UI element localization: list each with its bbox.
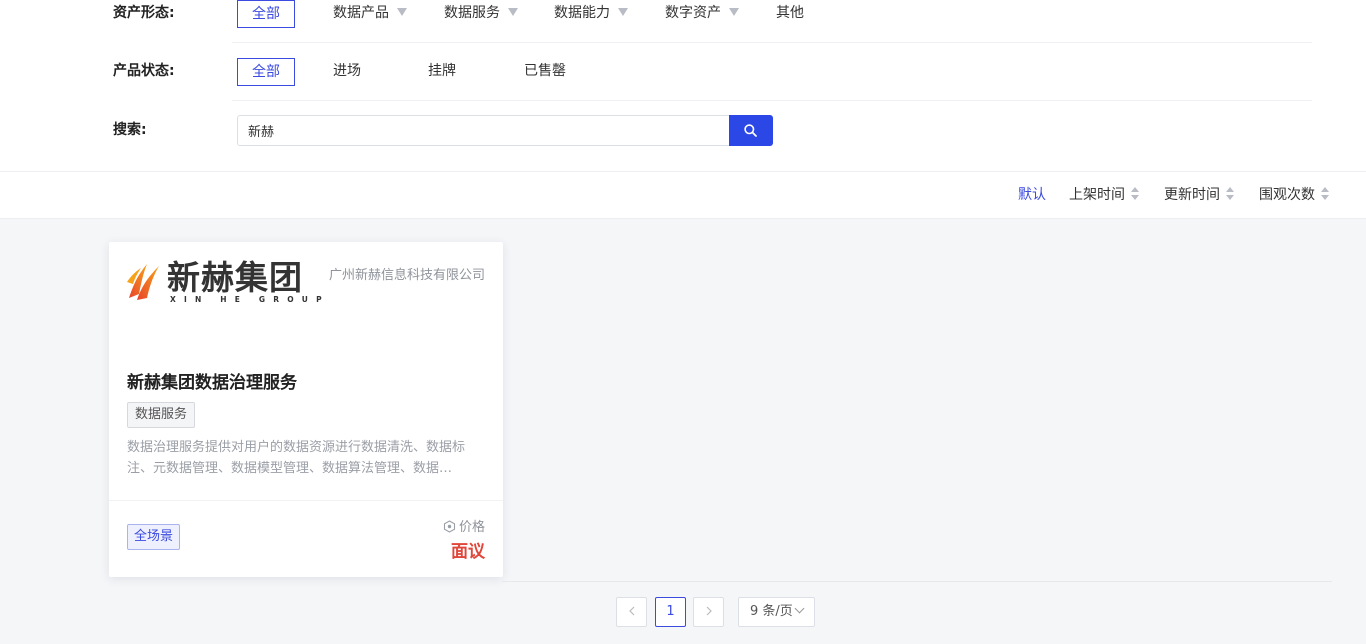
company-logo: 新赫集团 XIN HE GROUP — [127, 258, 322, 308]
search-button[interactable] — [729, 115, 773, 146]
filter-divider — [232, 100, 1312, 101]
product-status-label: 产品状态: — [113, 63, 175, 79]
page-number-1[interactable]: 1 — [655, 597, 686, 627]
product-description: 数据治理服务提供对用户的数据资源进行数据清洗、数据标注、元数据管理、数据模型管理… — [127, 440, 466, 476]
prev-page-button[interactable] — [616, 597, 647, 627]
caret-down-icon — [618, 8, 628, 16]
price-value: 面议 — [451, 542, 485, 562]
pagination-divider — [502, 581, 1332, 582]
chevron-right-icon — [706, 606, 712, 616]
filter-divider — [232, 42, 1312, 43]
price-label: 价格 — [443, 516, 485, 535]
chevron-down-icon — [794, 603, 805, 614]
filter-panel: 资产形态: 全部 数据产品 数据服务 数据能力 数字资产 其他 产品状态: 全部… — [0, 0, 1366, 171]
flame-logo-icon — [127, 264, 159, 300]
search-box — [237, 115, 773, 146]
sort-default[interactable]: 默认 — [1018, 186, 1046, 204]
sort-bar: 默认 上架时间 更新时间 围观次数 — [0, 171, 1366, 219]
logo-text-cn: 新赫集团 — [167, 258, 303, 297]
sort-listing-time[interactable]: 上架时间 — [1069, 186, 1139, 204]
sort-arrows-icon — [1131, 187, 1139, 201]
sort-update-time[interactable]: 更新时间 — [1164, 186, 1234, 204]
asset-form-option-other[interactable]: 其他 — [776, 0, 804, 28]
status-option-sold-out[interactable]: 已售罄 — [524, 58, 566, 86]
caret-down-icon — [397, 8, 407, 16]
category-tag: 数据服务 — [127, 402, 196, 428]
company-name: 广州新赫信息科技有限公司 — [328, 268, 485, 283]
search-label: 搜索: — [113, 122, 147, 138]
sort-arrows-icon — [1226, 187, 1234, 201]
asset-form-option-data-product[interactable]: 数据产品 — [333, 0, 407, 28]
logo-text-en: XIN HE GROUP — [170, 295, 330, 304]
next-page-button[interactable] — [693, 597, 724, 627]
status-option-listed[interactable]: 挂牌 — [428, 58, 456, 86]
asset-form-label: 资产形态: — [113, 5, 175, 21]
product-card[interactable]: 新赫集团 XIN HE GROUP 广州新赫信息科技有限公司 新赫集团数据治理服… — [109, 242, 503, 577]
asset-form-filter: 资产形态: 全部 数据产品 数据服务 数据能力 数字资产 其他 — [0, 0, 1366, 34]
caret-down-icon — [729, 8, 739, 16]
chevron-left-icon — [628, 606, 634, 616]
sort-view-count[interactable]: 围观次数 — [1259, 186, 1329, 204]
page-size-select[interactable]: 9 条/页 — [738, 597, 815, 627]
asset-form-option-data-capability[interactable]: 数据能力 — [554, 0, 628, 28]
status-option-all[interactable]: 全部 — [237, 58, 295, 86]
product-status-filter: 产品状态: 全部 进场 挂牌 已售罄 — [0, 50, 1366, 92]
status-option-entered[interactable]: 进场 — [333, 58, 361, 86]
search-row: 搜索: — [0, 109, 1366, 151]
asset-form-option-digital-asset[interactable]: 数字资产 — [665, 0, 739, 28]
search-input[interactable] — [237, 115, 730, 146]
asset-form-option-all[interactable]: 全部 — [237, 0, 295, 28]
scene-tag: 全场景 — [127, 524, 181, 550]
asset-form-option-data-service[interactable]: 数据服务 — [444, 0, 518, 28]
product-title[interactable]: 新赫集团数据治理服务 — [127, 368, 297, 393]
search-icon — [744, 124, 757, 137]
price-tag-icon — [443, 520, 456, 533]
caret-down-icon — [508, 8, 518, 16]
card-footer: 全场景 价格 面议 — [109, 500, 503, 577]
sort-arrows-icon — [1321, 187, 1329, 201]
